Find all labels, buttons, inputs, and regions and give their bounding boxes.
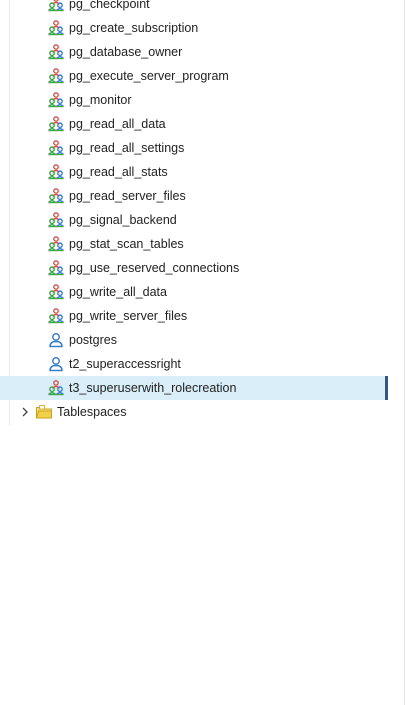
tree-item-label: pg_execute_server_program — [69, 69, 229, 83]
tree-item-role[interactable]: pg_read_all_data — [0, 112, 386, 136]
tree-item-role[interactable]: pg_use_reserved_connections — [0, 256, 386, 280]
tree-item-role[interactable]: pg_write_all_data — [0, 280, 386, 304]
tree-item-role[interactable]: pg_execute_server_program — [0, 64, 386, 88]
group-role-icon — [47, 91, 65, 109]
group-role-icon — [47, 19, 65, 37]
tree-item-role[interactable]: pg_read_all_settings — [0, 136, 386, 160]
group-role-icon — [47, 235, 65, 253]
tree-item-label: pg_create_subscription — [69, 21, 199, 35]
group-role-icon — [47, 379, 65, 397]
tree-item-role[interactable]: pg_monitor — [0, 88, 386, 112]
group-role-icon — [47, 307, 65, 325]
tree-item-label: t3_superuserwith_rolecreation — [69, 381, 237, 395]
group-role-icon — [47, 283, 65, 301]
group-role-icon — [47, 67, 65, 85]
tree-item-role[interactable]: postgres — [0, 328, 386, 352]
chevron-right-icon[interactable] — [19, 406, 31, 418]
group-role-icon — [47, 43, 65, 61]
tree-item-role[interactable]: pg_database_owner — [0, 40, 386, 64]
group-role-icon — [47, 163, 65, 181]
tree-item-label: pg_database_owner — [69, 45, 183, 59]
tree-item-role[interactable]: pg_stat_scan_tables — [0, 232, 386, 256]
tree-item-label: pg_checkpoint — [69, 0, 150, 11]
tree-item-role[interactable]: pg_create_subscription — [0, 16, 386, 40]
group-role-icon — [47, 211, 65, 229]
group-role-icon — [47, 187, 65, 205]
tree-item-role[interactable]: pg_checkpoint — [0, 0, 386, 16]
tree-item-role[interactable]: pg_write_server_files — [0, 304, 386, 328]
object-explorer-tree: pg_checkpoint pg_create_subscription pg_da… — [0, 0, 405, 705]
tree-item-label: pg_read_all_stats — [69, 165, 168, 179]
tree-item-role[interactable]: t2_superaccessright — [0, 352, 386, 376]
tree-item-role[interactable]: t3_superuserwith_rolecreation — [0, 376, 388, 400]
group-role-icon — [47, 139, 65, 157]
login-role-icon — [47, 331, 65, 349]
tree-item-label: pg_write_all_data — [69, 285, 167, 299]
tree-item-label: pg_read_server_files — [69, 189, 186, 203]
tree-item-label: pg_read_all_settings — [69, 141, 185, 155]
tree-item-label: Tablespaces — [57, 405, 127, 419]
tree-item-label: pg_read_all_data — [69, 117, 166, 131]
group-role-icon — [47, 0, 65, 13]
tree-item-tablespaces[interactable]: Tablespaces — [0, 400, 386, 424]
group-role-icon — [47, 115, 65, 133]
login-role-icon — [47, 355, 65, 373]
tree-item-role[interactable]: pg_signal_backend — [0, 208, 386, 232]
group-role-icon — [47, 259, 65, 277]
tree-item-label: t2_superaccessright — [69, 357, 181, 371]
tree-item-label: pg_use_reserved_connections — [69, 261, 240, 275]
tree-item-label: postgres — [69, 333, 117, 347]
tree-item-label: pg_monitor — [69, 93, 132, 107]
tree-item-role[interactable]: pg_read_server_files — [0, 184, 386, 208]
tree-item-label: pg_signal_backend — [69, 213, 177, 227]
tree-item-label: pg_write_server_files — [69, 309, 188, 323]
tree-item-role[interactable]: pg_read_all_stats — [0, 160, 386, 184]
tree-item-label: pg_stat_scan_tables — [69, 237, 184, 251]
folder-icon — [35, 403, 53, 421]
